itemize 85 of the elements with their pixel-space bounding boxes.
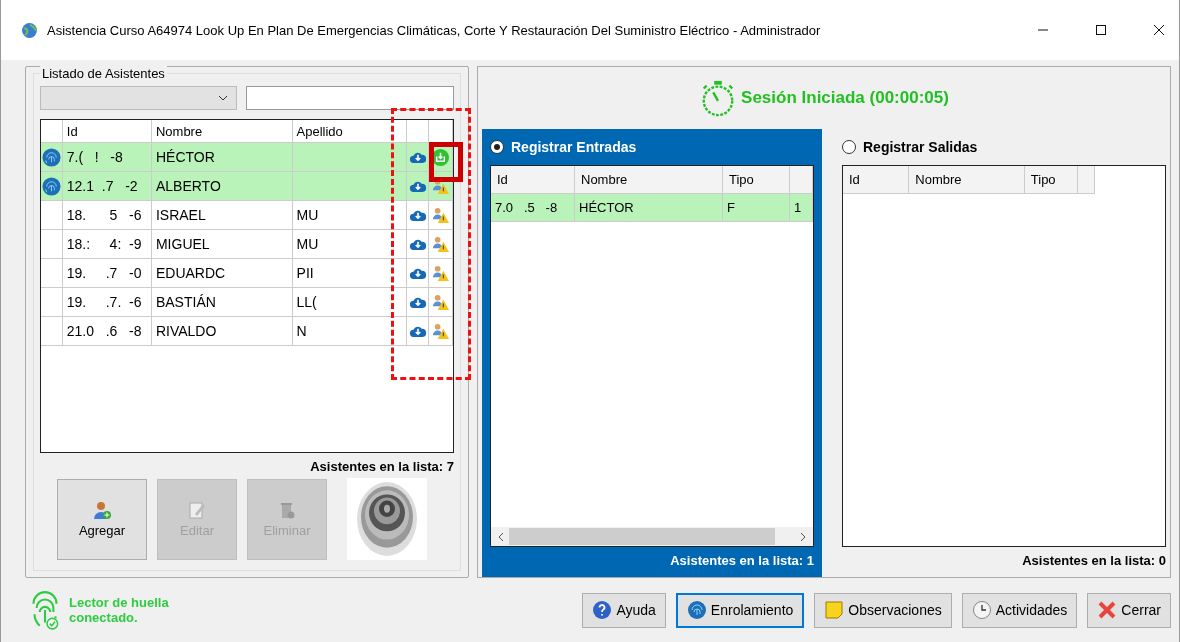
add-user-icon — [92, 500, 112, 520]
close-button[interactable]: Cerrar — [1087, 592, 1171, 628]
radio-label[interactable]: Registrar Entradas — [511, 139, 637, 155]
cloud-download-icon[interactable] — [409, 237, 428, 251]
table-cell: 19. .7. -6 — [62, 288, 152, 316]
cloud-download-icon[interactable] — [409, 295, 428, 309]
table-cell: HÉCTOR — [151, 143, 293, 171]
reader-status: Lector de huella conectado. — [69, 595, 170, 625]
users-warning-icon[interactable] — [431, 321, 451, 341]
table-cell: RIVALDO — [151, 317, 293, 345]
table-cell: HÉCTOR — [575, 194, 723, 221]
attendee-row[interactable]: 12.1 .7 -2 ALBERTO — [41, 172, 453, 201]
scroll-left-icon[interactable] — [497, 531, 505, 542]
search-field[interactable] — [245, 86, 454, 110]
table-cell: EDUARDC — [151, 259, 293, 287]
note-button[interactable]: Observaciones — [814, 592, 952, 628]
table-cell: PII — [292, 259, 408, 287]
close-icon[interactable] — [1153, 24, 1165, 36]
help-button[interactable]: Ayuda — [582, 592, 666, 628]
table-cell: 7.0 .5 -8 — [491, 194, 575, 221]
help-icon — [592, 600, 613, 620]
radio-label[interactable]: Registrar Salidas — [863, 139, 978, 155]
attendee-count: Asistentes en la lista: 1 — [669, 551, 814, 570]
table-cell: 18.: 4: -9 — [62, 230, 152, 258]
fingerprint-button[interactable]: Enrolamiento — [675, 592, 805, 628]
cloud-download-icon[interactable] — [409, 324, 428, 338]
users-warning-icon[interactable] — [431, 292, 451, 312]
column-header[interactable]: Id — [843, 166, 910, 193]
table-cell: 7.( ! -8 — [62, 143, 152, 171]
table-cell: 19. .7 -0 — [62, 259, 152, 287]
table-cell: 12.1 .7 -2 — [62, 172, 152, 200]
table-cell: BASTIÁN — [151, 288, 293, 316]
attendee-row[interactable]: 18.: 4: -9 MIGUEL MU — [41, 230, 453, 259]
users-warning-icon[interactable] — [431, 205, 451, 225]
close-icon — [1097, 600, 1118, 620]
column-header[interactable]: Nombre — [575, 166, 723, 193]
cloud-download-icon[interactable] — [409, 208, 428, 222]
table-cell: ALBERTO — [151, 172, 293, 200]
column-header[interactable]: Id — [62, 120, 152, 142]
caret-icon — [217, 95, 228, 101]
window-title: Asistencia Curso A64974 Look Up En Plan De Emergencias Climáticas, Corte Y Restauración Del Suministro Eléctrico - Administrador — [47, 22, 822, 38]
table-cell: ISRAEL — [151, 201, 293, 229]
table-cell: MIGUEL — [151, 230, 293, 258]
table-cell: 1 — [790, 194, 813, 221]
group-title: Listado de Asistentes — [40, 66, 167, 81]
attendee-count: Asistentes en la lista: 0 — [1021, 551, 1166, 570]
clock-button[interactable]: Actividades — [961, 592, 1078, 628]
clock-icon — [971, 600, 992, 620]
attendee-row[interactable]: 7.( ! -8 HÉCTOR — [41, 143, 453, 172]
column-header[interactable]: Apellido — [292, 120, 408, 142]
attendee-row[interactable]: 18. 5 -6 ISRAEL MU — [41, 201, 453, 230]
cloud-download-icon[interactable] — [409, 179, 428, 193]
cloud-download-icon[interactable] — [409, 150, 428, 164]
table-cell: 18. 5 -6 — [62, 201, 152, 229]
table-cell: LL( — [292, 288, 408, 316]
sticky-note-icon — [824, 600, 845, 620]
attendee-count: Asistentes en la lista: 7 — [309, 459, 454, 474]
users-warning-icon[interactable] — [431, 263, 451, 283]
users-warning-icon[interactable] — [431, 234, 451, 254]
column-header[interactable]: Nombre — [151, 120, 293, 142]
attendee-row[interactable]: 19. .7. -6 BASTIÁN LL( — [41, 288, 453, 317]
highlight-box — [429, 142, 463, 182]
attendee-row[interactable]: 19. .7 -0 EDUARDC PII — [41, 259, 453, 288]
table-cell: F — [723, 194, 790, 221]
fingerprint-icon — [686, 600, 707, 620]
table-cell: N — [292, 317, 408, 345]
radio-button[interactable] — [490, 140, 504, 154]
column-header[interactable]: Id — [491, 166, 575, 193]
table-cell: MU — [292, 201, 408, 229]
maximize-icon[interactable] — [1095, 24, 1107, 36]
globe-icon — [21, 21, 38, 39]
attendee-row[interactable]: 21.0 .6 -8 RIVALDO N — [41, 317, 453, 346]
horizontal-scrollbar[interactable] — [491, 527, 813, 546]
table-cell: 21.0 .6 -8 — [62, 317, 152, 345]
edit-icon — [187, 500, 207, 520]
column-header[interactable]: Tipo — [1024, 166, 1078, 193]
radio-button[interactable] — [842, 140, 856, 154]
cloud-download-icon[interactable] — [409, 266, 428, 280]
table-cell: MU — [292, 230, 408, 258]
column-header[interactable]: Nombre — [909, 166, 1025, 193]
session-status: Sesión Iniciada (00:00:05) — [741, 88, 949, 108]
add-button[interactable]: Agregar — [57, 478, 147, 560]
check-in-icon[interactable] — [431, 147, 451, 167]
scroll-right-icon[interactable] — [799, 531, 807, 542]
column-header[interactable]: Tipo — [723, 166, 790, 193]
